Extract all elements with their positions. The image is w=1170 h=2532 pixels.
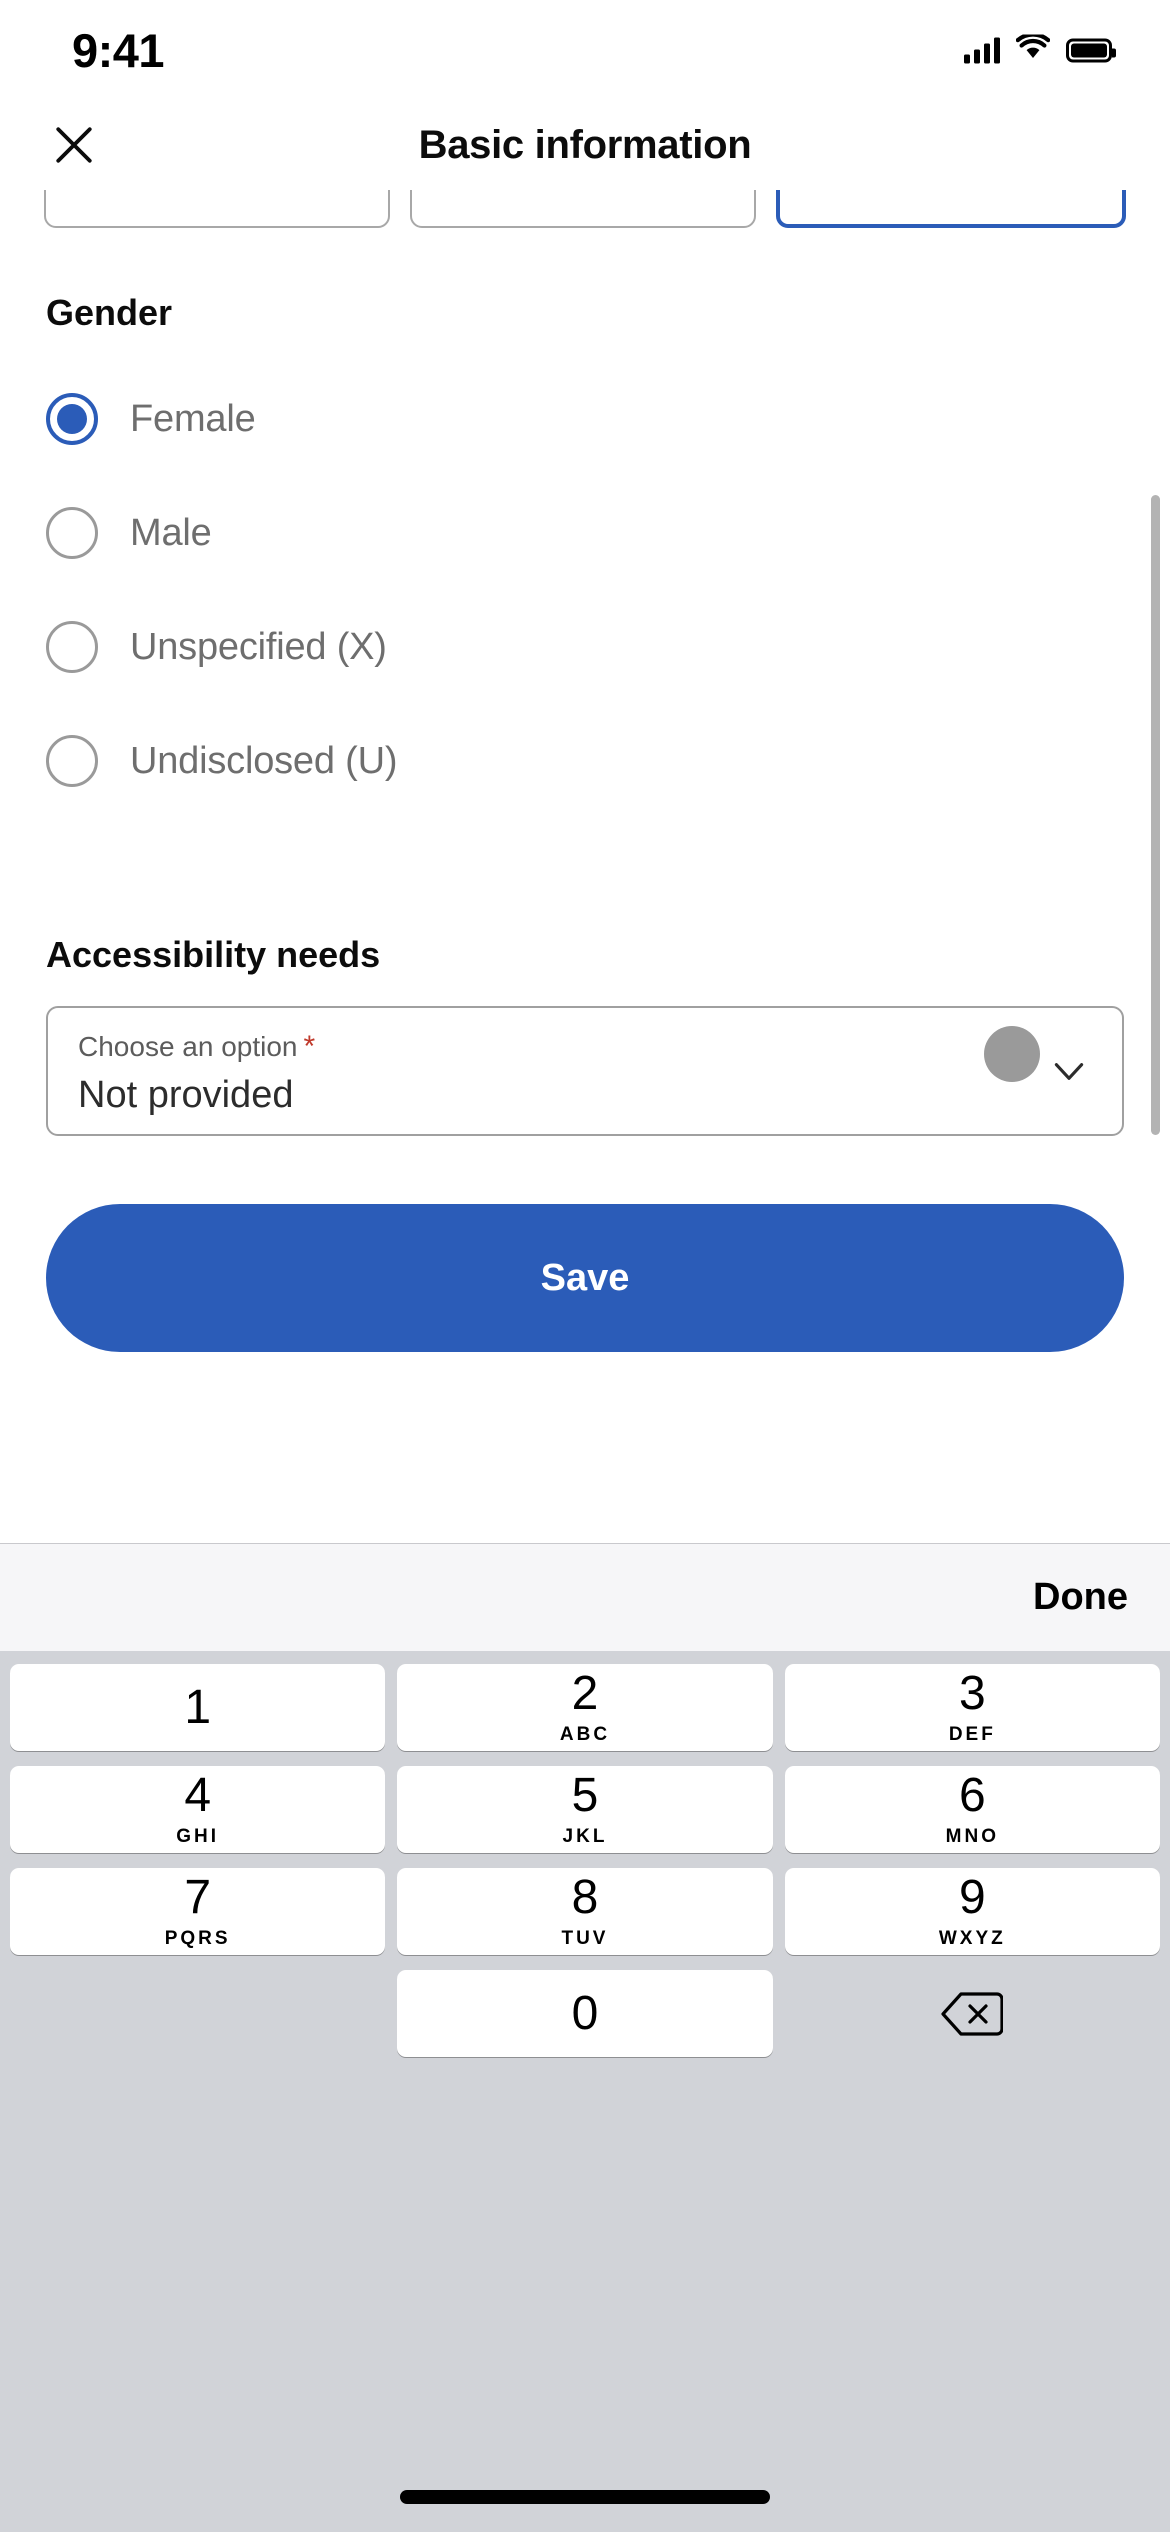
key-letters: WXYZ — [938, 1927, 1006, 1949]
accessibility-section-title: Accessibility needs — [46, 934, 381, 975]
keypad-keys[interactable]: 1 2 ABC 3 DEF 4 GHI 5 JKL 6 MNO 7 PQRS 8… — [0, 1651, 1170, 2057]
accessibility-selected-value: Not provided — [78, 1074, 294, 1116]
status-bar-indicators — [964, 32, 1116, 66]
scrollbar-thumb[interactable] — [1151, 495, 1160, 1135]
gender-option-label: Male — [130, 511, 212, 554]
keypad-row: 1 2 ABC 3 DEF — [10, 1664, 1160, 1751]
key-2[interactable]: 2 ABC — [397, 1664, 773, 1751]
key-number: 4 — [184, 1768, 212, 1822]
key-8[interactable]: 8 TUV — [397, 1868, 773, 1955]
gender-option-male[interactable]: Male — [0, 476, 1170, 590]
key-3[interactable]: 3 DEF — [784, 1664, 1160, 1751]
key-5[interactable]: 5 JKL — [397, 1766, 773, 1853]
key-0[interactable]: 0 — [397, 1970, 773, 2057]
key-letters: MNO — [945, 1825, 999, 1847]
key-letters: PQRS — [164, 1927, 231, 1949]
key-number: 8 — [571, 1870, 599, 1924]
required-asterisk: * — [303, 1030, 316, 1063]
wifi-icon — [1015, 32, 1051, 66]
nav-bar: Basic information — [0, 100, 1170, 190]
accessibility-field-label-text: Choose an option — [78, 1031, 298, 1062]
date-of-birth-group[interactable]: 12 01 1988 — [0, 190, 1170, 228]
keyboard-toolbar: Done — [0, 1543, 1170, 1651]
key-number: 7 — [184, 1870, 212, 1924]
page-title: Basic information — [418, 122, 752, 167]
gender-option-female[interactable]: Female — [0, 362, 1170, 476]
key-number: 3 — [958, 1666, 986, 1720]
gender-option-undisclosed[interactable]: Undisclosed (U) — [0, 704, 1170, 818]
gender-option-label: Undisclosed (U) — [130, 739, 398, 782]
close-icon[interactable] — [48, 119, 100, 171]
key-9[interactable]: 9 WXYZ — [784, 1868, 1160, 1955]
status-bar-time: 9:41 — [72, 23, 165, 77]
gender-option-unspecified[interactable]: Unspecified (X) — [0, 590, 1170, 704]
key-4[interactable]: 4 GHI — [10, 1766, 386, 1853]
radio-unselected-icon — [46, 735, 98, 787]
backspace-icon[interactable] — [785, 1970, 1160, 2057]
chevron-down-icon[interactable] — [1048, 1050, 1090, 1092]
key-7[interactable]: 7 PQRS — [10, 1868, 386, 1955]
battery-full-icon — [1066, 38, 1116, 62]
key-number: 5 — [571, 1768, 599, 1822]
radio-unselected-icon — [46, 507, 98, 559]
key-number: 1 — [184, 1680, 212, 1734]
gender-option-label: Unspecified (X) — [130, 625, 387, 668]
accessibility-field-label: Choose an option * — [78, 1030, 315, 1064]
key-number: 9 — [958, 1870, 986, 1924]
key-letters: DEF — [948, 1723, 996, 1745]
form-scroll-area[interactable]: 12 01 1988 Gender Female Male Unspecifie… — [0, 190, 1170, 1543]
touch-indicator — [984, 1026, 1040, 1082]
keyboard-done-button[interactable]: Done — [1033, 1576, 1128, 1619]
keypad-row: 7 PQRS 8 TUV 9 WXYZ — [10, 1868, 1160, 1955]
radio-unselected-icon — [46, 621, 98, 673]
dob-day-input[interactable]: 01 — [410, 190, 756, 228]
gender-option-label: Female — [130, 397, 256, 440]
gender-section-title: Gender — [46, 292, 173, 333]
key-letters: ABC — [559, 1723, 611, 1745]
accessibility-needs-select[interactable]: Choose an option * Not provided — [46, 1006, 1124, 1136]
dob-year-input[interactable]: 1988 — [776, 190, 1126, 228]
keypad-row: 4 GHI 5 JKL 6 MNO — [10, 1766, 1160, 1853]
home-indicator — [400, 2490, 770, 2504]
key-letters: JKL — [562, 1825, 608, 1847]
key-6[interactable]: 6 MNO — [784, 1766, 1160, 1853]
numeric-keypad[interactable]: Done 1 2 ABC 3 DEF 4 GHI 5 JKL 6 MNO 7 P… — [0, 1543, 1170, 2532]
key-number: 6 — [958, 1768, 986, 1822]
key-number: 0 — [571, 1986, 599, 2040]
signal-bars-icon — [964, 37, 1000, 63]
key-letters: TUV — [561, 1927, 609, 1949]
status-bar: 9:41 — [0, 0, 1170, 100]
keypad-spacer — [10, 1970, 385, 2057]
key-number: 2 — [571, 1666, 599, 1720]
save-button[interactable]: Save — [46, 1204, 1124, 1352]
key-letters: GHI — [176, 1825, 220, 1847]
dob-month-input[interactable]: 12 — [44, 190, 390, 228]
keypad-row: 0 — [10, 1970, 1160, 2057]
key-1[interactable]: 1 — [10, 1664, 386, 1751]
gender-radio-group[interactable]: Female Male Unspecified (X) Undisclosed … — [0, 362, 1170, 818]
radio-selected-icon — [46, 393, 98, 445]
